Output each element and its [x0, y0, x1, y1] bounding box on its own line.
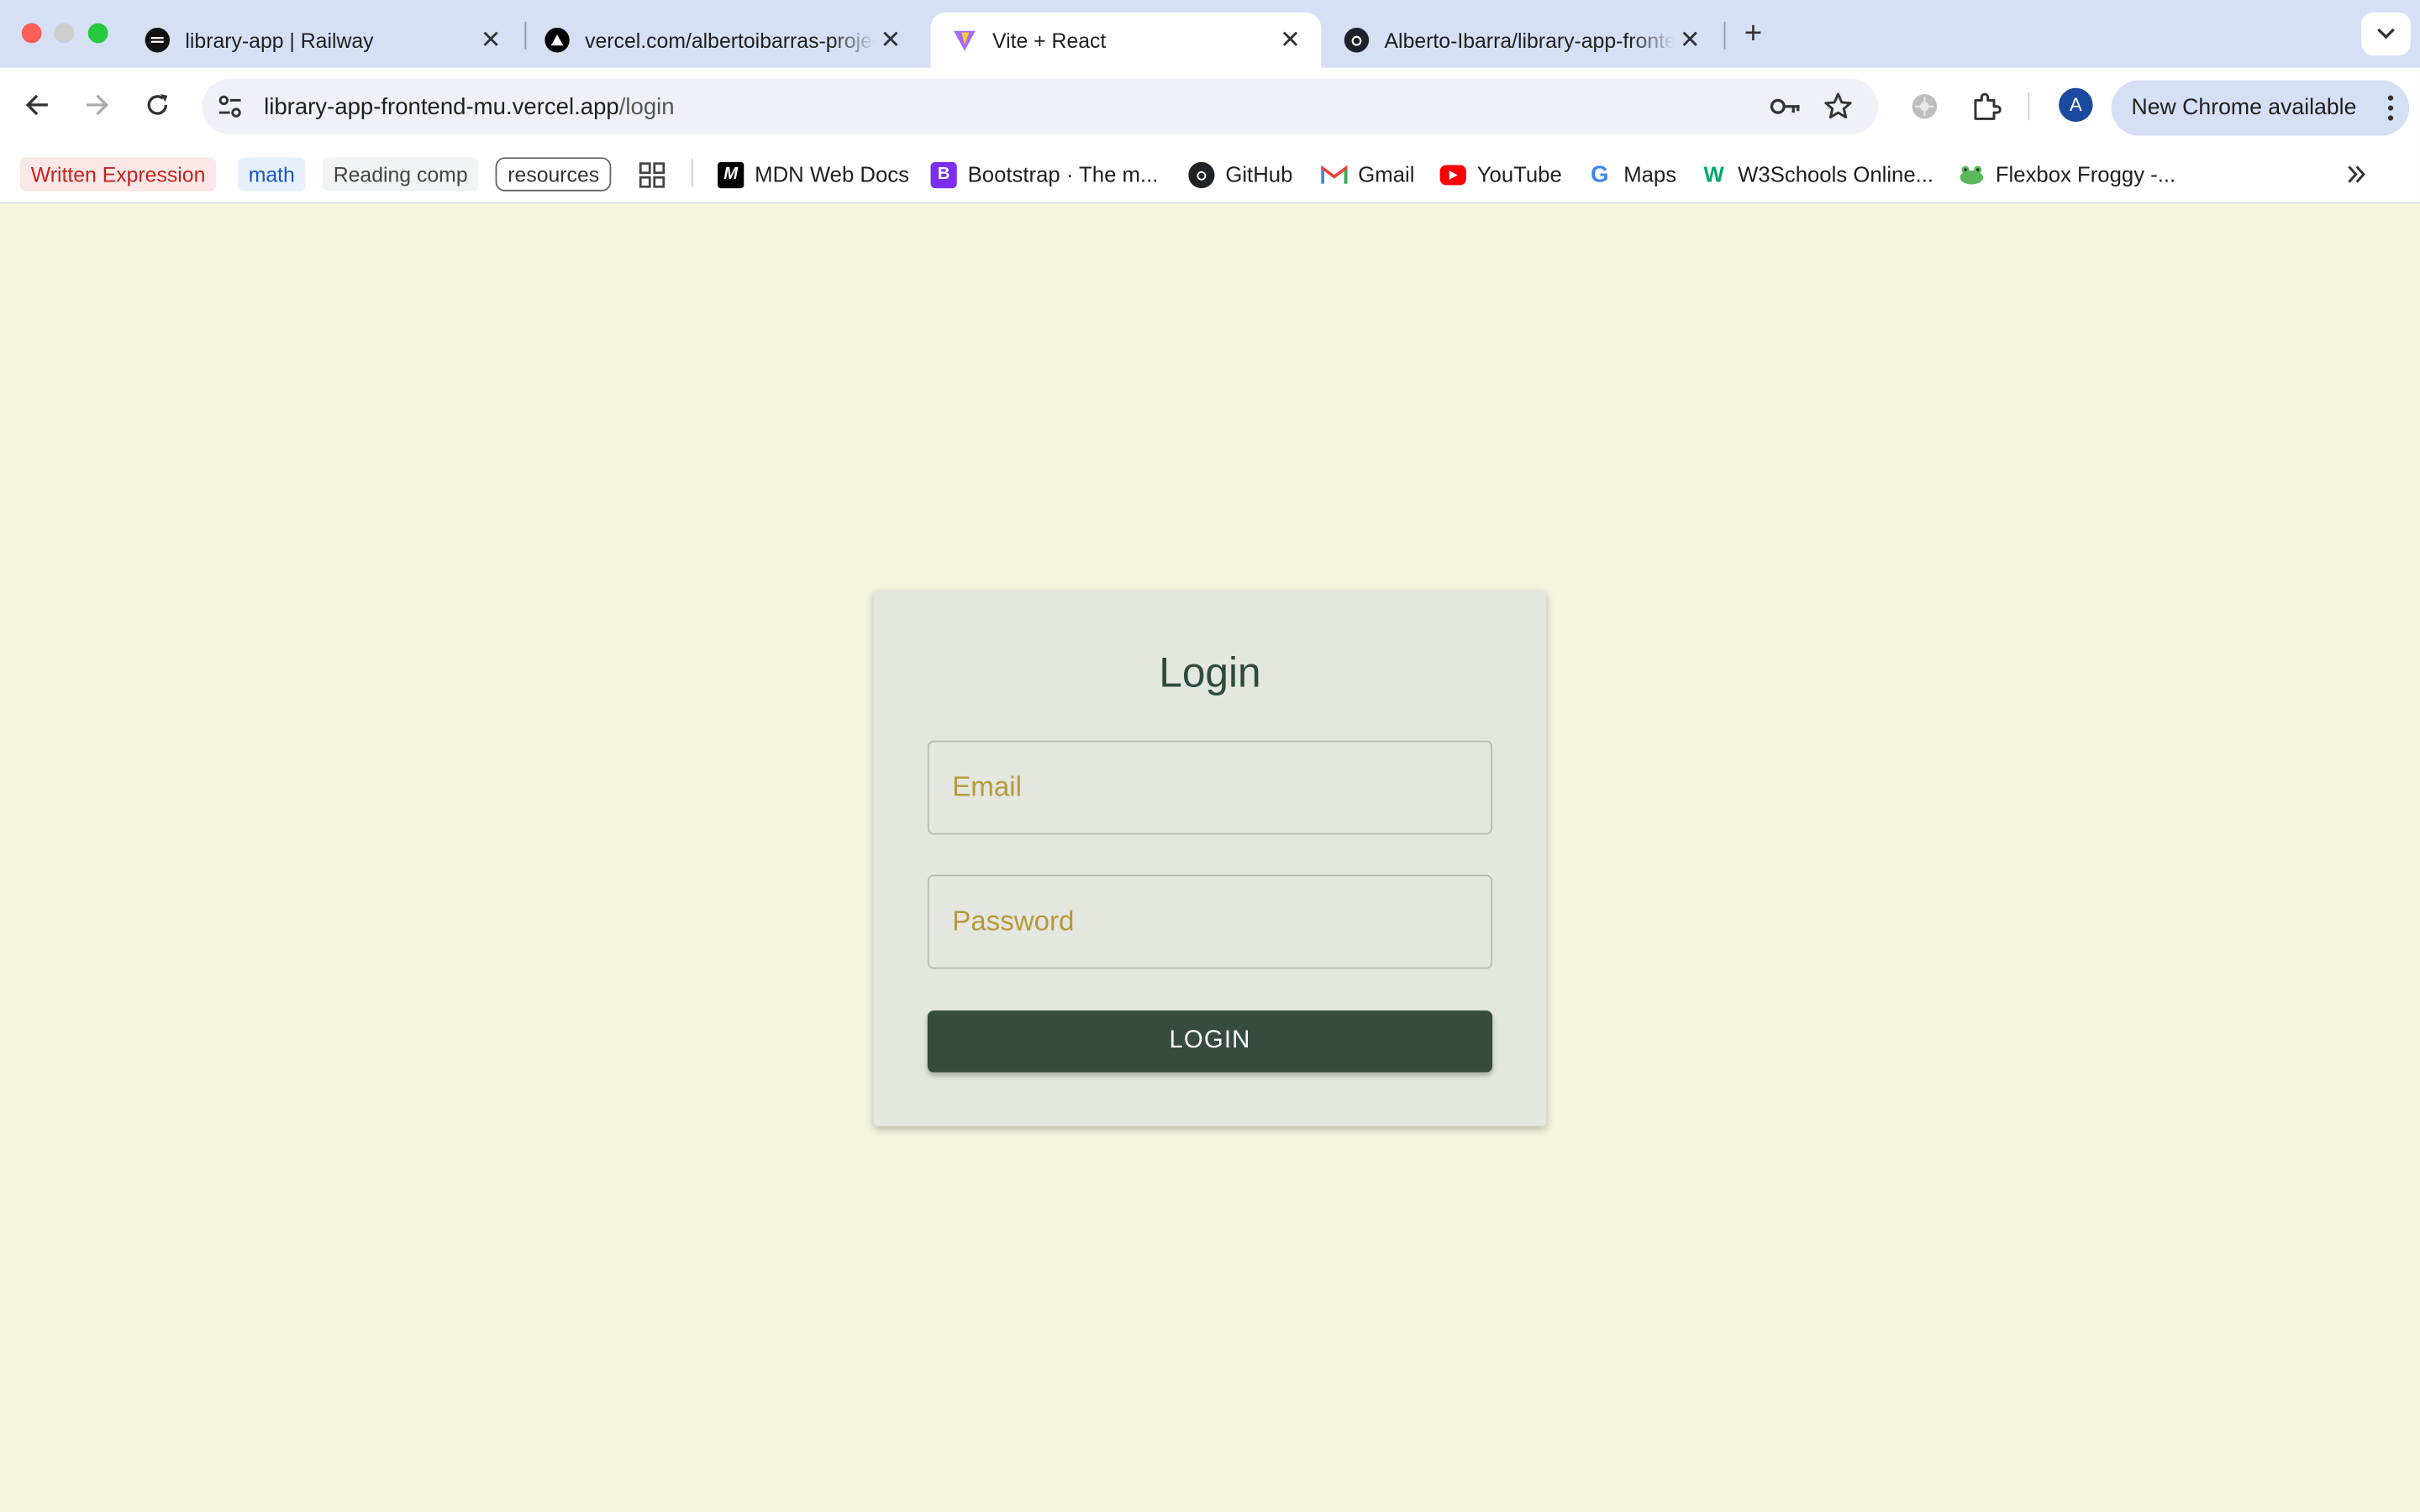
bookmark-maps[interactable]: G Maps: [1586, 157, 1676, 191]
password-input[interactable]: [929, 876, 1491, 968]
bootstrap-icon: B: [930, 160, 957, 188]
back-icon[interactable]: [18, 87, 55, 123]
more-bookmarks-icon[interactable]: [2346, 157, 2368, 191]
url-host: library-app-frontend-mu.vercel.app: [264, 94, 619, 121]
url-path: /login: [618, 94, 675, 121]
email-input[interactable]: [929, 742, 1491, 833]
reload-icon[interactable]: [139, 87, 176, 123]
tab-vite-react[interactable]: Vite + React ✕: [930, 12, 1322, 68]
youtube-icon: [1439, 164, 1466, 185]
github-icon: [1188, 160, 1215, 188]
password-key-icon[interactable]: [1769, 92, 1802, 120]
close-window-button[interactable]: [21, 23, 42, 44]
bookmark-flexbox-froggy[interactable]: Flexbox Froggy -...: [1959, 157, 2175, 191]
tab-vercel[interactable]: vercel.com/albertoibarras-projects ✕: [523, 13, 922, 68]
close-tab-icon[interactable]: ✕: [1675, 24, 1706, 55]
bookmark-w3schools[interactable]: W W3Schools Online...: [1701, 157, 1934, 191]
minimize-window-button[interactable]: [54, 23, 75, 44]
bookmark-label: YouTube: [1476, 161, 1562, 187]
close-tab-icon[interactable]: ✕: [476, 24, 507, 55]
bookmark-group-written-expression[interactable]: Written Expression: [19, 157, 217, 192]
url-text[interactable]: library-app-frontend-mu.vercel.app/login: [264, 94, 675, 120]
tab-strip: library-app | Railway ✕ vercel.com/alber…: [0, 0, 2420, 68]
close-tab-icon[interactable]: ✕: [1275, 24, 1306, 55]
tab-title: vercel.com/albertoibarras-projects: [585, 28, 876, 52]
tab-github[interactable]: Alberto-Ibarra/library-app-frontend ✕: [1323, 13, 1721, 68]
login-title: Login: [1159, 649, 1261, 696]
new-tab-icon[interactable]: +: [1736, 16, 1770, 50]
bookmark-mdn[interactable]: M MDN Web Docs: [718, 157, 909, 191]
bookmark-label: Maps: [1623, 161, 1677, 187]
bookmark-label: Flexbox Froggy -...: [1995, 161, 2176, 187]
page-content: Login LOGIN: [0, 205, 2420, 1512]
tab-search-button[interactable]: [2361, 12, 2411, 56]
login-card: Login LOGIN: [873, 591, 1547, 1126]
profile-avatar[interactable]: A: [2059, 87, 2093, 123]
vite-icon: [952, 28, 976, 52]
email-field[interactable]: [927, 740, 1493, 835]
railway-icon: [145, 28, 171, 53]
browser-toolbar: library-app-frontend-mu.vercel.app/login…: [0, 67, 2420, 142]
forward-icon[interactable]: [79, 87, 116, 123]
update-label: New Chrome available: [2131, 95, 2357, 121]
password-field[interactable]: [927, 874, 1493, 969]
gmail-icon: [1321, 161, 1348, 187]
tab-title: library-app | Railway: [185, 28, 374, 52]
tab-title: Vite + React: [992, 28, 1107, 52]
chevron-down-icon: [2377, 28, 2395, 39]
mdn-icon: M: [718, 160, 744, 188]
bookmark-label: Bootstrap · The m...: [967, 161, 1159, 187]
bookmark-gmail[interactable]: Gmail: [1321, 157, 1414, 191]
login-button[interactable]: LOGIN: [927, 1011, 1493, 1073]
bookmark-label: MDN Web Docs: [755, 161, 909, 187]
github-icon: [1344, 28, 1370, 53]
extension-gray-icon[interactable]: [1907, 90, 1941, 123]
vercel-icon: [544, 28, 570, 53]
bookmark-bootstrap[interactable]: B Bootstrap · The m...: [930, 157, 1159, 191]
bookmark-label: W3Schools Online...: [1738, 161, 1934, 187]
bookmark-group-reading-comp[interactable]: Reading comp: [322, 157, 479, 192]
tab-railway[interactable]: library-app | Railway ✕: [124, 13, 522, 68]
w3schools-icon: W: [1703, 161, 1724, 187]
bookmarks-bar: Written Expression math Reading comp res…: [0, 141, 2420, 204]
extensions-puzzle-icon[interactable]: [1970, 90, 2003, 123]
maximize-window-button[interactable]: [87, 23, 108, 44]
close-tab-icon[interactable]: ✕: [875, 24, 906, 55]
bookmark-group-resources[interactable]: resources: [495, 157, 612, 192]
google-icon: G: [1591, 160, 1609, 188]
site-settings-icon[interactable]: [216, 92, 244, 120]
apps-grid-icon[interactable]: [639, 157, 666, 191]
bookmark-group-math[interactable]: math: [237, 157, 306, 192]
more-menu-icon[interactable]: [2387, 94, 2394, 122]
address-bar[interactable]: library-app-frontend-mu.vercel.app/login: [202, 78, 1879, 134]
tab-title: Alberto-Ibarra/library-app-frontend: [1384, 28, 1675, 52]
bookmark-github[interactable]: GitHub: [1188, 157, 1292, 191]
frog-icon: [1959, 161, 1985, 187]
bookmark-youtube[interactable]: YouTube: [1439, 157, 1562, 191]
bookmark-label: GitHub: [1225, 161, 1293, 187]
new-chrome-available-button[interactable]: New Chrome available: [2111, 80, 2410, 136]
bookmark-star-icon[interactable]: [1823, 91, 1854, 122]
bookmark-label: Gmail: [1358, 161, 1415, 187]
